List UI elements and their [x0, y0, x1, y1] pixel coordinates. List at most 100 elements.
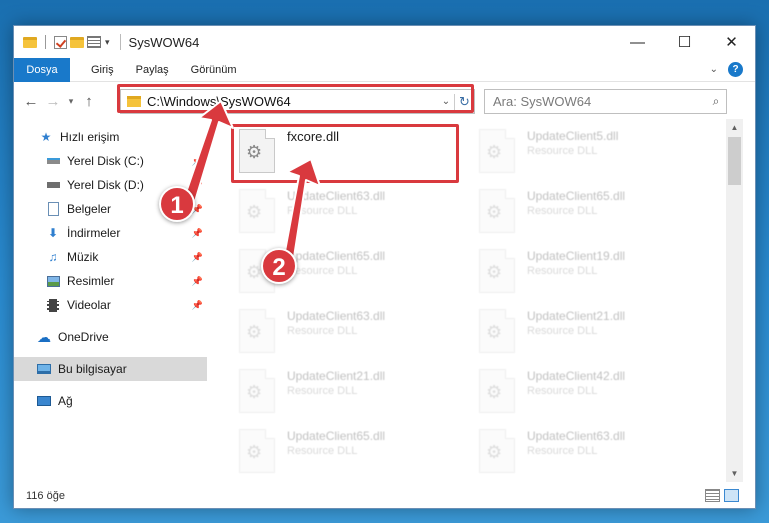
file-item[interactable]: ⚙ UpdateClient42.dll Resource DLL — [479, 363, 709, 419]
large-icons-view-icon[interactable] — [724, 489, 739, 502]
gear-icon: ⚙ — [486, 142, 503, 162]
file-type: Resource DLL — [287, 445, 358, 457]
gear-icon: ⚙ — [246, 442, 263, 462]
back-arrow-icon[interactable]: ← — [20, 93, 42, 110]
gear-icon: ⚙ — [486, 262, 503, 282]
dll-file-icon: ⚙ — [479, 189, 515, 233]
status-bar: 116 öğe — [14, 484, 755, 508]
pin-icon[interactable]: 📌 — [192, 300, 203, 311]
sidebar-item-label: Videolar — [67, 298, 111, 312]
properties-icon[interactable] — [87, 36, 101, 48]
sidebar-item-ag[interactable]: Ağ — [14, 389, 207, 413]
pin-icon[interactable]: 📌 — [192, 276, 203, 287]
forward-arrow-icon[interactable]: → — [42, 93, 64, 110]
tab-giris[interactable]: Giriş — [80, 58, 125, 82]
search-icon[interactable]: ⌕ — [706, 94, 726, 109]
video-icon — [45, 298, 61, 312]
sidebar-item-label: Belgeler — [67, 202, 112, 216]
sidebar-item-onedrive[interactable]: ☁ OneDrive — [14, 325, 207, 349]
file-item[interactable]: ⚙ UpdateClient65.dll Resource DLL — [239, 423, 469, 479]
file-item[interactable]: ⚙ UpdateClient19.dll Resource DLL — [479, 243, 709, 299]
gear-icon: ⚙ — [486, 442, 503, 462]
item-count: 116 öğe — [26, 490, 65, 502]
quick-access-toolbar: ▾ — [14, 35, 110, 49]
sidebar-item-label: İndirmeler — [67, 226, 121, 240]
file-item[interactable]: ⚙ UpdateClient63.dll Resource DLL — [479, 423, 709, 479]
tab-paylas[interactable]: Paylaş — [125, 58, 180, 82]
file-name: UpdateClient63.dll — [287, 309, 386, 323]
file-item[interactable]: ⚙ UpdateClient21.dll Resource DLL — [479, 303, 709, 359]
star-icon: ★ — [40, 130, 52, 144]
sidebar-item-quick-access[interactable]: ★ Hızlı erişim — [14, 125, 207, 149]
step-1-badge: 1 — [159, 186, 195, 222]
tab-gorunum[interactable]: Görünüm — [180, 58, 248, 82]
pin-icon[interactable]: 📌 — [192, 228, 203, 239]
vertical-scrollbar[interactable]: ▲ ▼ — [726, 119, 743, 482]
expand-ribbon-chevron-icon[interactable]: ⌄ — [710, 64, 718, 75]
dll-file-icon: ⚙ — [479, 429, 515, 473]
sidebar-item-indirmeler[interactable]: ⬇ İndirmeler 📌 — [14, 221, 207, 245]
details-view-icon[interactable] — [705, 489, 720, 502]
file-type: Resource DLL — [527, 265, 598, 277]
file-highlight — [231, 124, 459, 183]
file-type: Resource DLL — [287, 385, 358, 397]
up-arrow-icon[interactable]: ↑ — [78, 93, 100, 110]
ribbon-tabs: Dosya Giriş Paylaş Görünüm ⌄ ? — [14, 57, 755, 82]
recent-locations-chevron-icon[interactable]: ▾ — [64, 96, 78, 107]
properties-check-icon[interactable] — [54, 35, 67, 49]
sidebar-item-label: OneDrive — [58, 330, 109, 344]
file-type: Resource DLL — [287, 325, 358, 337]
search-input[interactable]: Ara: SysWOW64 — [493, 94, 706, 109]
search-box[interactable]: Ara: SysWOW64 ⌕ — [484, 89, 727, 114]
sidebar-item-bu-bilgisayar[interactable]: Bu bilgisayar — [14, 357, 207, 381]
network-icon — [36, 394, 52, 408]
file-name: UpdateClient21.dll — [287, 369, 386, 383]
dll-file-icon: ⚙ — [239, 309, 275, 353]
gear-icon: ⚙ — [246, 322, 263, 342]
dll-file-icon: ⚙ — [479, 309, 515, 353]
pin-icon[interactable]: 📌 — [192, 156, 203, 167]
navigation-pane: ★ Hızlı erişim Yerel Disk (C:) 📌 Yerel D… — [14, 119, 207, 482]
sidebar-item-resimler[interactable]: Resimler 📌 — [14, 269, 207, 293]
help-icon[interactable]: ? — [728, 62, 743, 77]
file-item[interactable]: ⚙ UpdateClient63.dll Resource DLL — [239, 183, 469, 239]
scroll-down-arrow-icon[interactable]: ▼ — [726, 465, 743, 482]
address-bar-highlight — [117, 84, 474, 113]
maximize-button[interactable]: ☐ — [661, 26, 708, 58]
dll-file-icon: ⚙ — [239, 189, 275, 233]
file-item[interactable]: ⚙ UpdateClient65.dll Resource DLL — [479, 183, 709, 239]
download-icon: ⬇ — [47, 226, 59, 240]
computer-icon — [36, 362, 52, 376]
tab-dosya[interactable]: Dosya — [14, 57, 70, 82]
file-type: Resource DLL — [527, 445, 598, 457]
file-name: UpdateClient63.dll — [287, 189, 386, 203]
sidebar-item-muzik[interactable]: ♫ Müzik 📌 — [14, 245, 207, 269]
file-type: Resource DLL — [527, 205, 598, 217]
file-name: UpdateClient19.dll — [527, 249, 626, 263]
cloud-icon: ☁ — [37, 328, 51, 345]
file-name: UpdateClient63.dll — [527, 429, 626, 443]
pin-icon[interactable]: 📌 — [192, 252, 203, 263]
sidebar-item-label: Müzik — [67, 250, 99, 264]
new-folder-icon[interactable] — [70, 36, 84, 48]
file-name: UpdateClient65.dll — [287, 429, 386, 443]
file-type: Resource DLL — [287, 205, 358, 217]
folder-icon[interactable] — [23, 36, 37, 48]
pictures-icon — [45, 274, 61, 288]
scroll-up-arrow-icon[interactable]: ▲ — [726, 119, 743, 136]
drive-icon — [45, 178, 61, 192]
file-item[interactable]: ⚙ UpdateClient21.dll Resource DLL — [239, 363, 469, 419]
sidebar-item-label: Yerel Disk (C:) — [67, 154, 144, 168]
file-item[interactable]: ⚙ UpdateClient5.dll Resource DLL — [479, 123, 709, 179]
close-button[interactable]: ✕ — [708, 26, 755, 58]
pin-icon[interactable]: 📌 — [192, 180, 203, 191]
customize-toolbar-chevron-icon[interactable]: ▾ — [105, 37, 110, 48]
music-icon: ♫ — [48, 250, 58, 264]
file-type: Resource DLL — [527, 385, 598, 397]
minimize-button[interactable]: — — [614, 26, 661, 58]
file-item[interactable]: ⚙ UpdateClient63.dll Resource DLL — [239, 303, 469, 359]
sidebar-item-label: Ağ — [58, 394, 73, 408]
sidebar-item-local-disk-c[interactable]: Yerel Disk (C:) 📌 — [14, 149, 207, 173]
scrollbar-thumb[interactable] — [728, 137, 741, 185]
sidebar-item-videolar[interactable]: Videolar 📌 — [14, 293, 207, 317]
